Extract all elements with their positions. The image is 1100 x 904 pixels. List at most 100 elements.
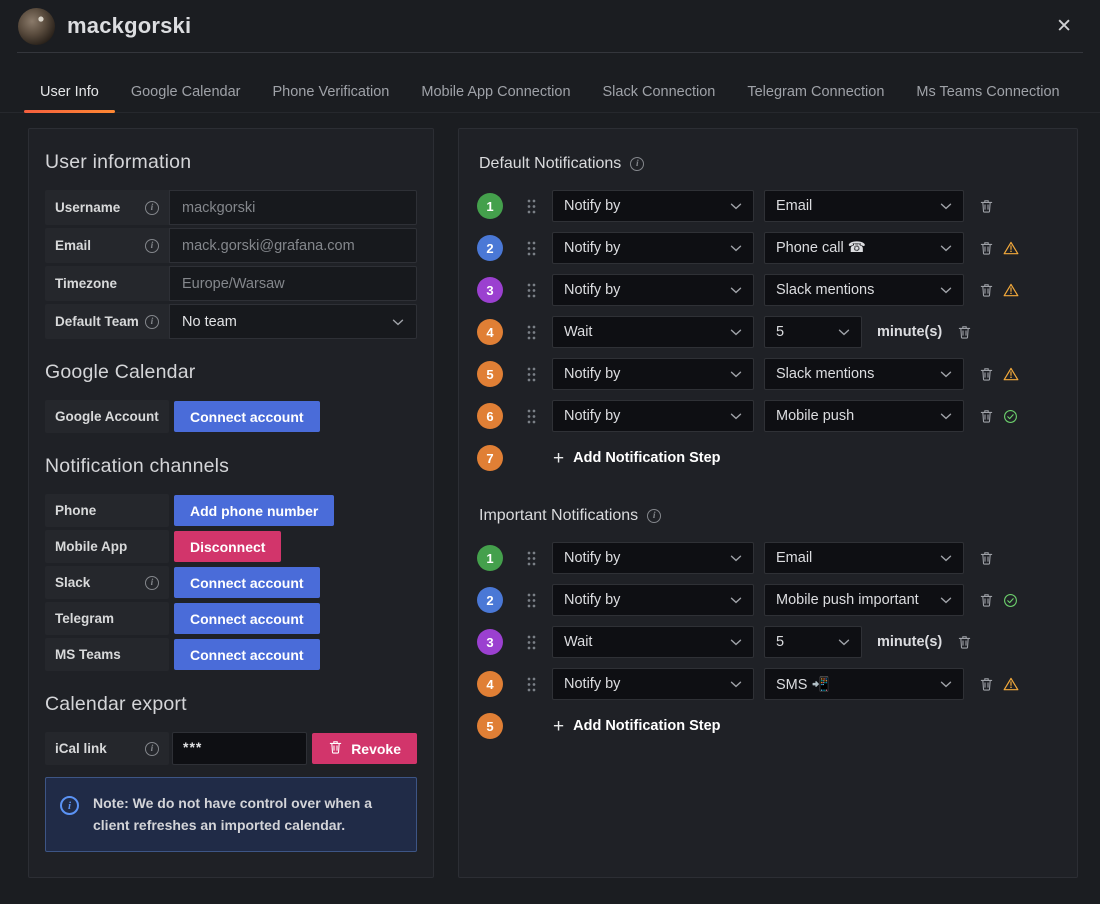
- warning-icon: [1003, 241, 1019, 255]
- drag-handle-icon[interactable]: [527, 241, 536, 256]
- drag-handle-icon[interactable]: [527, 551, 536, 566]
- select-value: Notify by: [564, 550, 621, 566]
- step-channel-select[interactable]: Slack mentions: [764, 358, 964, 390]
- step-circle: 4: [477, 319, 503, 345]
- field-row-default-team: Default Team i No team: [45, 304, 417, 339]
- delete-step-button[interactable]: [979, 592, 994, 608]
- step-channel-select[interactable]: Slack mentions: [764, 274, 964, 306]
- step-circle: 7: [477, 445, 503, 471]
- notification-step-row: 5 Notify by Slack mentions: [477, 353, 1059, 395]
- drag-handle-icon[interactable]: [527, 677, 536, 692]
- add-notification-step-button[interactable]: + Add Notification Step: [553, 449, 721, 468]
- delete-step-button[interactable]: [979, 676, 994, 692]
- google-connect-account-button[interactable]: Connect account: [174, 401, 320, 432]
- step-action-select[interactable]: Wait: [552, 626, 754, 658]
- tab-user-info[interactable]: User Info: [24, 78, 115, 113]
- user-info-panel: User information Username i mackgorski Emai…: [28, 128, 434, 878]
- delete-step-button[interactable]: [979, 550, 994, 566]
- trash-icon: [328, 739, 343, 758]
- tab-telegram-connection[interactable]: Telegram Connection: [731, 78, 900, 112]
- delete-step-button[interactable]: [979, 240, 994, 256]
- important-notifications-heading: Important Notifications i: [479, 507, 1059, 525]
- delete-step-button[interactable]: [979, 198, 994, 214]
- field-label-text: Default Team: [55, 314, 139, 329]
- delete-step-button[interactable]: [957, 634, 972, 650]
- tab-mobile-app-connection[interactable]: Mobile App Connection: [405, 78, 586, 112]
- notification-channels-list: Phone Add phone number Mobile App Disconnec…: [45, 494, 417, 671]
- step-action-select[interactable]: Wait: [552, 316, 754, 348]
- notification-step-row: 4 Notify by SMS 📲: [477, 663, 1059, 705]
- step-action-select[interactable]: Notify by: [552, 358, 754, 390]
- wait-unit-label: minute(s): [877, 634, 943, 650]
- select-value: Wait: [564, 634, 593, 650]
- plus-icon: +: [553, 715, 565, 737]
- channel-label-text: Telegram: [55, 611, 115, 626]
- wait-duration-select[interactable]: 5: [764, 626, 862, 658]
- step-action-select[interactable]: Notify by: [552, 400, 754, 432]
- tab-phone-verification[interactable]: Phone Verification: [256, 78, 405, 112]
- ical-link-input[interactable]: ***: [172, 732, 308, 765]
- channel-row-slack: Slack i Connect account: [45, 566, 417, 599]
- step-channel-select[interactable]: Email: [764, 542, 964, 574]
- warning-icon: [1003, 283, 1019, 297]
- drag-handle-icon[interactable]: [527, 635, 536, 650]
- channel-row-ms-teams: MS Teams Connect account: [45, 638, 417, 671]
- step-action-select[interactable]: Notify by: [552, 190, 754, 222]
- disconnect-button[interactable]: Disconnect: [174, 531, 282, 562]
- add-step-label: Add Notification Step: [573, 450, 721, 466]
- info-icon: i: [145, 200, 159, 215]
- channel-label-telegram: Telegram: [45, 602, 169, 635]
- header-divider: [17, 52, 1083, 53]
- tab-google-calendar[interactable]: Google Calendar: [115, 78, 257, 112]
- warning-icon: [1003, 367, 1019, 381]
- select-value: Notify by: [564, 240, 621, 256]
- step-action-select[interactable]: Notify by: [552, 584, 754, 616]
- chevron-down-icon: [392, 314, 404, 330]
- wait-duration-select[interactable]: 5: [764, 316, 862, 348]
- delete-step-button[interactable]: [979, 282, 994, 298]
- connect-account-button[interactable]: Connect account: [174, 603, 320, 634]
- step-action-select[interactable]: Notify by: [552, 274, 754, 306]
- close-icon[interactable]: ✕: [1052, 13, 1076, 40]
- info-icon: i: [630, 157, 645, 171]
- select-value: 5: [776, 324, 785, 340]
- drag-handle-icon[interactable]: [527, 199, 536, 214]
- tab-ms-teams-connection[interactable]: Ms Teams Connection: [900, 78, 1075, 112]
- delete-step-button[interactable]: [957, 324, 972, 340]
- notification-step-row: 4 Wait 5 minute(s): [477, 311, 1059, 353]
- delete-step-button[interactable]: [979, 408, 994, 424]
- select-value: Notify by: [564, 198, 621, 214]
- channel-label-text: Mobile App: [55, 539, 128, 554]
- field-label-text: Username: [55, 200, 121, 215]
- drag-handle-icon[interactable]: [527, 593, 536, 608]
- step-channel-select[interactable]: Mobile push important: [764, 584, 964, 616]
- channel-label-ms-teams: MS Teams: [45, 638, 169, 671]
- info-icon: i: [647, 509, 662, 523]
- drag-handle-icon[interactable]: [527, 367, 536, 382]
- tab-slack-connection[interactable]: Slack Connection: [587, 78, 732, 112]
- drag-handle-icon[interactable]: [527, 409, 536, 424]
- step-channel-select[interactable]: Mobile push: [764, 400, 964, 432]
- default-team-select[interactable]: No team: [169, 304, 417, 339]
- channel-label-mobile-app: Mobile App: [45, 530, 169, 563]
- step-action-select[interactable]: Notify by: [552, 232, 754, 264]
- connect-account-button[interactable]: Connect account: [174, 639, 320, 670]
- success-icon: [1003, 593, 1018, 608]
- chevron-down-icon: [730, 245, 742, 252]
- step-circle: 6: [477, 403, 503, 429]
- add-step-label: Add Notification Step: [573, 718, 721, 734]
- step-action-select[interactable]: Notify by: [552, 668, 754, 700]
- drag-handle-icon[interactable]: [527, 325, 536, 340]
- step-action-select[interactable]: Notify by: [552, 542, 754, 574]
- add-notification-step-button[interactable]: + Add Notification Step: [553, 717, 721, 736]
- step-channel-select[interactable]: Phone call ☎: [764, 232, 964, 264]
- step-channel-select[interactable]: Email: [764, 190, 964, 222]
- connect-account-button[interactable]: Connect account: [174, 567, 320, 598]
- drag-handle-icon[interactable]: [527, 283, 536, 298]
- revoke-button[interactable]: Revoke: [312, 733, 417, 764]
- field-value: No team: [182, 313, 237, 330]
- delete-step-button[interactable]: [979, 366, 994, 382]
- step-channel-select[interactable]: SMS 📲: [764, 668, 964, 700]
- field-row-email: Email i mack.gorski@grafana.com: [45, 228, 417, 263]
- add-phone-number-button[interactable]: Add phone number: [174, 495, 335, 526]
